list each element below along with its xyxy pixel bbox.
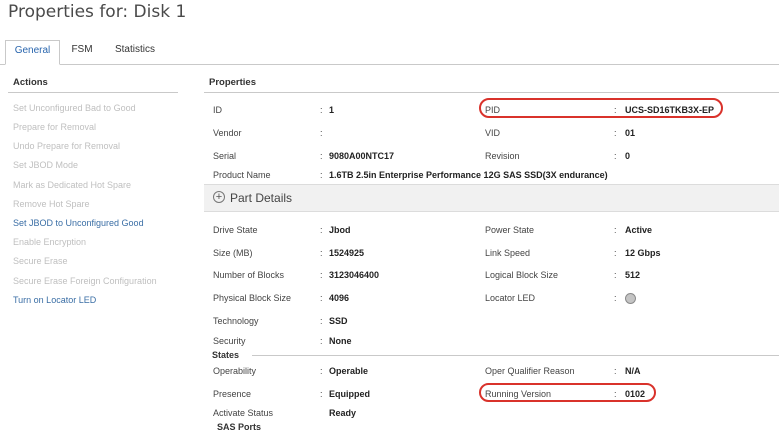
colon: : <box>320 248 323 258</box>
colon: : <box>614 293 617 303</box>
colon: : <box>320 366 323 376</box>
security-value: None <box>329 336 352 346</box>
led-off-icon <box>625 293 636 304</box>
part-details-toggle[interactable]: + Part Details <box>204 184 779 212</box>
colon: : <box>320 170 323 180</box>
window-title: Properties for: Disk 1 <box>8 2 187 22</box>
oper-qualifier-label: Oper Qualifier Reason <box>485 366 575 376</box>
product-name-value: 1.6TB 2.5in Enterprise Performance 12G S… <box>329 170 608 180</box>
colon: : <box>320 105 323 115</box>
vid-value: 01 <box>625 128 636 138</box>
presence-value: Equipped <box>329 389 370 399</box>
properties-panel: Properties ID : 1 PID : UCS-SD16TKB3X-EP… <box>204 64 779 437</box>
technology-label: Technology <box>213 316 259 326</box>
power-state-label: Power State <box>485 225 535 235</box>
colon: : <box>320 316 323 326</box>
logical-block-size-label: Logical Block Size <box>485 270 559 280</box>
properties-heading: Properties <box>209 77 256 88</box>
actions-panel: Actions Set Unconfigured Bad to Good Pre… <box>0 64 190 437</box>
states-heading: States <box>212 350 240 360</box>
running-version-label: Running Version <box>485 389 552 399</box>
pid-value: UCS-SD16TKB3X-EP <box>625 105 715 115</box>
locator-led-label: Locator LED <box>485 293 536 303</box>
power-state-value: Active <box>625 225 653 235</box>
colon: : <box>320 270 323 280</box>
colon: : <box>614 225 617 235</box>
action-secure-erase: Secure Erase <box>13 256 68 266</box>
product-name-label: Product Name <box>213 170 271 180</box>
colon: : <box>614 366 617 376</box>
colon: : <box>614 389 617 399</box>
tab-statistics[interactable]: Statistics <box>108 40 162 63</box>
operability-label: Operability <box>213 366 257 376</box>
colon: : <box>320 389 323 399</box>
technology-value: SSD <box>329 316 348 326</box>
divider <box>8 92 178 93</box>
colon: : <box>320 293 323 303</box>
tab-general[interactable]: General <box>5 40 60 65</box>
sas-ports-label: SAS Ports <box>217 422 262 432</box>
action-undo-prepare-for-removal: Undo Prepare for Removal <box>13 141 121 151</box>
serial-label: Serial <box>213 151 237 161</box>
link-speed-value: 12 Gbps <box>625 248 661 258</box>
action-set-unconfigured-bad-to-good: Set Unconfigured Bad to Good <box>13 103 136 113</box>
size-value: 1524925 <box>329 248 365 258</box>
colon: : <box>614 151 617 161</box>
colon: : <box>614 248 617 258</box>
blocks-value: 3123046400 <box>329 270 380 280</box>
physical-block-size-value: 4096 <box>329 293 350 303</box>
link-speed-label: Link Speed <box>485 248 531 258</box>
pid-label: PID <box>485 105 501 115</box>
colon: : <box>614 128 617 138</box>
operability-value: Operable <box>329 366 369 376</box>
colon: : <box>320 336 323 346</box>
blocks-label: Number of Blocks <box>213 270 285 280</box>
vendor-label: Vendor <box>213 128 242 138</box>
colon: : <box>320 128 323 138</box>
divider <box>252 355 779 356</box>
colon: : <box>614 270 617 280</box>
actions-heading: Actions <box>13 77 48 88</box>
logical-block-size-value: 512 <box>625 270 641 280</box>
running-version-value: 0102 <box>625 389 646 399</box>
serial-value: 9080A00NTC17 <box>329 151 395 161</box>
colon: : <box>320 151 323 161</box>
activate-status-value: Ready <box>329 408 357 418</box>
presence-label: Presence <box>213 389 252 399</box>
physical-block-size-label: Physical Block Size <box>213 293 292 303</box>
security-label: Security <box>213 336 246 346</box>
action-set-jbod-mode: Set JBOD Mode <box>13 160 79 170</box>
oper-qualifier-value: N/A <box>625 366 641 376</box>
action-enable-encryption: Enable Encryption <box>13 237 87 247</box>
revision-value: 0 <box>625 151 631 161</box>
activate-status-label: Activate Status <box>213 408 274 418</box>
tab-bar: General FSM Statistics <box>0 40 779 65</box>
action-secure-erase-foreign-configuration: Secure Erase Foreign Configuration <box>13 276 157 286</box>
revision-label: Revision <box>485 151 520 161</box>
divider <box>204 92 779 93</box>
action-mark-dedicated-hot-spare: Mark as Dedicated Hot Spare <box>13 180 132 190</box>
part-details-label: Part Details <box>230 191 293 205</box>
action-prepare-for-removal: Prepare for Removal <box>13 122 97 132</box>
action-remove-hot-spare: Remove Hot Spare <box>13 199 90 209</box>
action-turn-on-locator-led[interactable]: Turn on Locator LED <box>13 295 96 305</box>
drive-state-label: Drive State <box>213 225 258 235</box>
id-value: 1 <box>329 105 335 115</box>
plus-circle-icon: + <box>213 191 225 203</box>
size-label: Size (MB) <box>213 248 253 258</box>
drive-state-value: Jbod <box>329 225 351 235</box>
action-set-jbod-to-unconfigured-good[interactable]: Set JBOD to Unconfigured Good <box>13 218 144 228</box>
id-label: ID <box>213 105 222 115</box>
tab-fsm[interactable]: FSM <box>66 40 98 63</box>
colon: : <box>614 105 617 115</box>
vid-label: VID <box>485 128 501 138</box>
colon: : <box>320 225 323 235</box>
